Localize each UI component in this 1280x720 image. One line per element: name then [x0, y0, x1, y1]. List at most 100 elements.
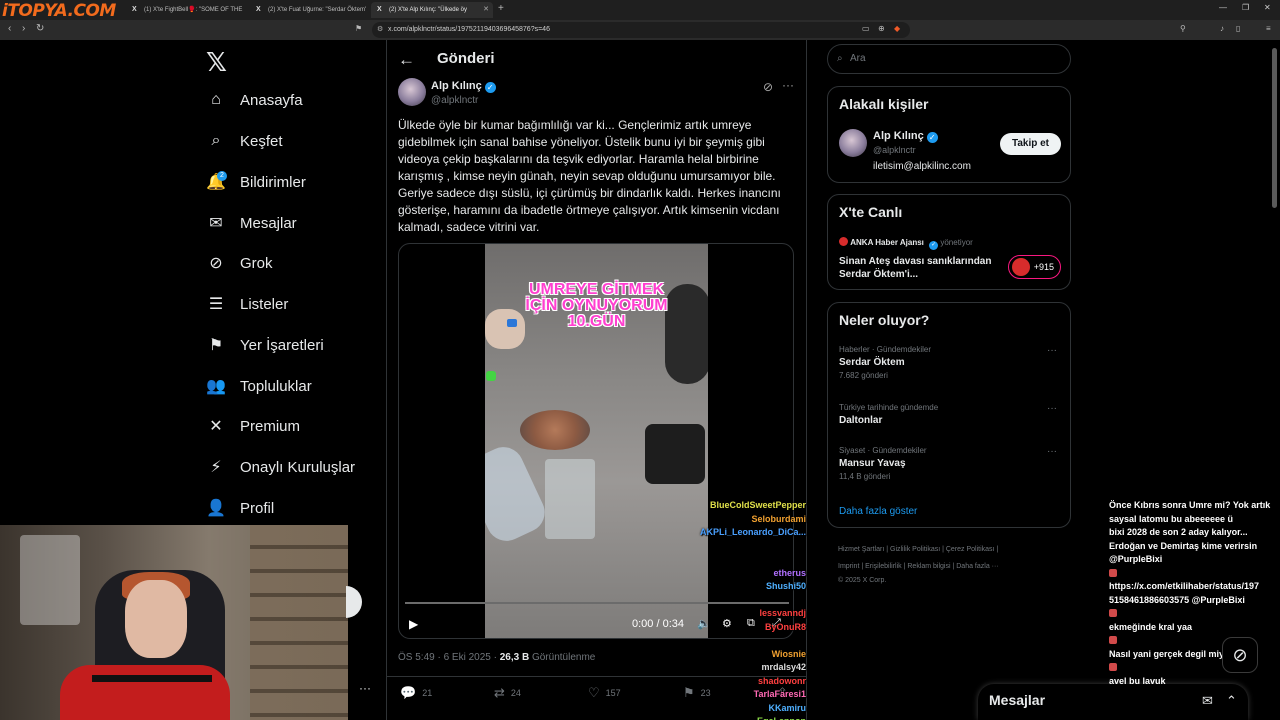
related-avatar[interactable] [839, 129, 867, 157]
nav-item-grok[interactable]: ⊘ Grok [206, 249, 273, 277]
trend-category: Siyaset · Gündemdekiler [839, 446, 927, 455]
search-placeholder: Ara [850, 53, 866, 64]
bookmark-button[interactable]: ⚑ 23 [683, 685, 711, 701]
new-tab-button[interactable]: + [498, 3, 504, 14]
trend-name: Mansur Yavaş [839, 458, 906, 469]
author-avatar[interactable] [398, 78, 426, 106]
settings-icon[interactable]: ⚙ [722, 617, 732, 630]
more-options-icon[interactable]: ··· [782, 78, 794, 92]
nav-item-profil[interactable]: 👤 Profil [206, 494, 274, 522]
url-field[interactable]: ⚙ x.com/alpklnctr/status/197521194036964… [372, 22, 910, 38]
live-listener-count[interactable]: +915 [1008, 255, 1061, 279]
tune-icon[interactable]: ⚙ [377, 22, 383, 38]
extensions-icon[interactable]: ⚲ [1180, 24, 1186, 33]
chat-username[interactable]: AKPLi_Leonardo_DiCa... [700, 527, 806, 537]
trend-item[interactable]: Türkiye tarihinde gündemde Daltonlar [839, 403, 938, 426]
grok-float-icon[interactable]: ⊘ [1222, 637, 1258, 673]
more-options-icon[interactable]: ··· [359, 681, 371, 695]
pip-icon[interactable]: ⧉ [747, 617, 755, 630]
screen-icon[interactable]: ▭ [862, 24, 870, 33]
volume-icon[interactable]: 🔈 [697, 617, 711, 630]
repost-button[interactable]: ⇄ 24 [494, 685, 521, 701]
bookmark-page-icon[interactable]: ⚑ [355, 24, 362, 33]
video-progress-bar[interactable] [405, 602, 789, 604]
chat-username[interactable]: Wiosnie [772, 649, 806, 659]
chat-emote-icon [1109, 568, 1117, 577]
messages-drawer-title: Mesajlar [989, 692, 1046, 708]
page-scrollbar[interactable] [1272, 48, 1277, 208]
chat-message: Erdoğan ve Demirtaş kime verirsin [1109, 540, 1258, 551]
sidebar-icon[interactable]: ▯ [1236, 24, 1240, 33]
nav-item-label: Grok [240, 254, 273, 272]
expand-icon[interactable]: ⌃ [1226, 693, 1237, 709]
view-count: 26,3 B [499, 652, 530, 663]
chat-username[interactable]: TarlaFaresi1 [754, 689, 806, 699]
close-window-button[interactable]: ✕ [1264, 3, 1271, 12]
like-button[interactable]: ♡ 157 [588, 685, 621, 701]
close-tab-icon[interactable]: ✕ [483, 2, 489, 18]
forward-arrow-icon[interactable]: › [22, 23, 25, 34]
address-bar-row: ‹ › ↻ ⚑ ⚙ x.com/alpklnctr/status/1975211… [0, 20, 1280, 40]
nav-item-anasayfa[interactable]: ⌂ Anasayfa [206, 86, 302, 114]
chat-username[interactable]: mrdalsy42 [761, 662, 806, 672]
minimize-button[interactable]: — [1219, 3, 1227, 12]
nav-item-onaylı-kuruluşlar[interactable]: ⚡ Onaylı Kuruluşlar [206, 453, 355, 481]
music-icon[interactable]: ♪ [1220, 24, 1224, 33]
related-handle[interactable]: @alpklnctr [873, 145, 916, 155]
nav-item-yer-i-şaretleri[interactable]: ⚑ Yer İşaretleri [206, 331, 324, 359]
reload-icon[interactable]: ↻ [36, 23, 44, 34]
menu-icon[interactable]: ≡ [1266, 24, 1271, 33]
author-name[interactable]: Alp Kılınç ✓ [431, 80, 496, 93]
nav-item-keşfet[interactable]: ⌕ Keşfet [206, 127, 283, 155]
footer-links[interactable]: Imprint | Erişilebilirlik | Reklam bilgi… [838, 563, 999, 570]
x-favicon-icon: X [256, 6, 261, 13]
play-icon[interactable]: ▶ [409, 617, 418, 631]
chat-username[interactable]: EgeLennon [757, 716, 806, 720]
chat-username[interactable]: Seloburdami [751, 514, 806, 524]
browser-tab-2[interactable]: X (2) X'te Fuat Uğurne: "Serdar Öktem' [250, 2, 368, 18]
author-handle[interactable]: @alpklnctr [431, 95, 478, 106]
browser-tab-3-active[interactable]: X (2) X'te Alp Kılınç: "Ülkede öy ✕ [371, 2, 493, 18]
post-timestamp[interactable]: ÖS 5:49 · 6 Eki 2025 · [398, 652, 500, 663]
maximize-button[interactable]: ❐ [1242, 3, 1249, 12]
x-logo-icon[interactable]: 𝕏 [206, 47, 227, 78]
new-message-icon[interactable]: ✉ [1202, 693, 1213, 709]
footer-links[interactable]: Hizmet Şartları | Gizlilik Politikası | … [838, 546, 998, 553]
nav-item-topluluklar[interactable]: 👥 Topluluklar [206, 372, 312, 400]
back-arrow-icon[interactable]: ‹ [8, 23, 11, 34]
chat-username[interactable]: ByOnuR8 [765, 622, 806, 632]
video-frame[interactable]: UMREYE GİTMEK İÇİN OYNUYORUM 10.GÜN [485, 244, 708, 638]
back-arrow-icon[interactable]: ← [398, 50, 415, 70]
nav-item-label: Bildirimler [240, 173, 306, 191]
nav-item-mesajlar[interactable]: ✉ Mesajlar [206, 209, 296, 237]
chat-username[interactable]: shadowonr [758, 676, 806, 686]
messages-drawer[interactable]: Mesajlar ✉ ⌃ [978, 684, 1248, 720]
zoom-icon[interactable]: ⊕ [878, 24, 885, 33]
chat-username[interactable]: BlueColdSweetPepper [710, 500, 806, 510]
tweet-text: Ülkede öyle bir kumar bağımlılığı var ki… [398, 118, 781, 234]
video-player[interactable]: UMREYE GİTMEK İÇİN OYNUYORUM 10.GÜN ▶ 0:… [398, 243, 794, 639]
video-scene-bottle [485, 440, 552, 548]
nav-item-listeler[interactable]: ☰ Listeler [206, 290, 289, 318]
show-more-link[interactable]: Daha fazla göster [839, 506, 917, 517]
browser-tab-1[interactable]: X (1) X'te FightBell🥊: "SOME OF THE [126, 2, 244, 18]
brave-shield-icon[interactable]: ◆ [894, 24, 900, 33]
account-avatar[interactable] [346, 586, 362, 618]
trend-item[interactable]: Siyaset · Gündemdekiler Mansur Yavaş 11,… [839, 446, 927, 481]
nav-item-premium[interactable]: ✕ Premium [206, 412, 300, 440]
trend-more-icon[interactable]: ··· [1047, 345, 1057, 356]
related-name[interactable]: Alp Kılınç ✓ [873, 130, 938, 143]
chat-username[interactable]: lessvanndj [759, 608, 806, 618]
grok-icon[interactable]: ⊘ [763, 80, 773, 94]
live-card[interactable]: X'te Canlı ANKA Haber Ajansı ✓ yönetiyor… [827, 194, 1071, 290]
chat-username[interactable]: Shushi50 [766, 581, 806, 591]
search-input[interactable]: ⌕ Ara [827, 44, 1071, 74]
chat-username[interactable]: KKamiru [768, 703, 806, 713]
chat-username[interactable]: etherus [773, 568, 806, 578]
footer-copyright: © 2025 X Corp. [838, 577, 887, 584]
trend-more-icon[interactable]: ··· [1047, 446, 1057, 457]
follow-button[interactable]: Takip et [1000, 133, 1061, 155]
trend-more-icon[interactable]: ··· [1047, 403, 1057, 414]
reply-button[interactable]: 💬 21 [400, 685, 432, 701]
trend-item[interactable]: Haberler · Gündemdekiler Serdar Öktem 7.… [839, 345, 931, 380]
